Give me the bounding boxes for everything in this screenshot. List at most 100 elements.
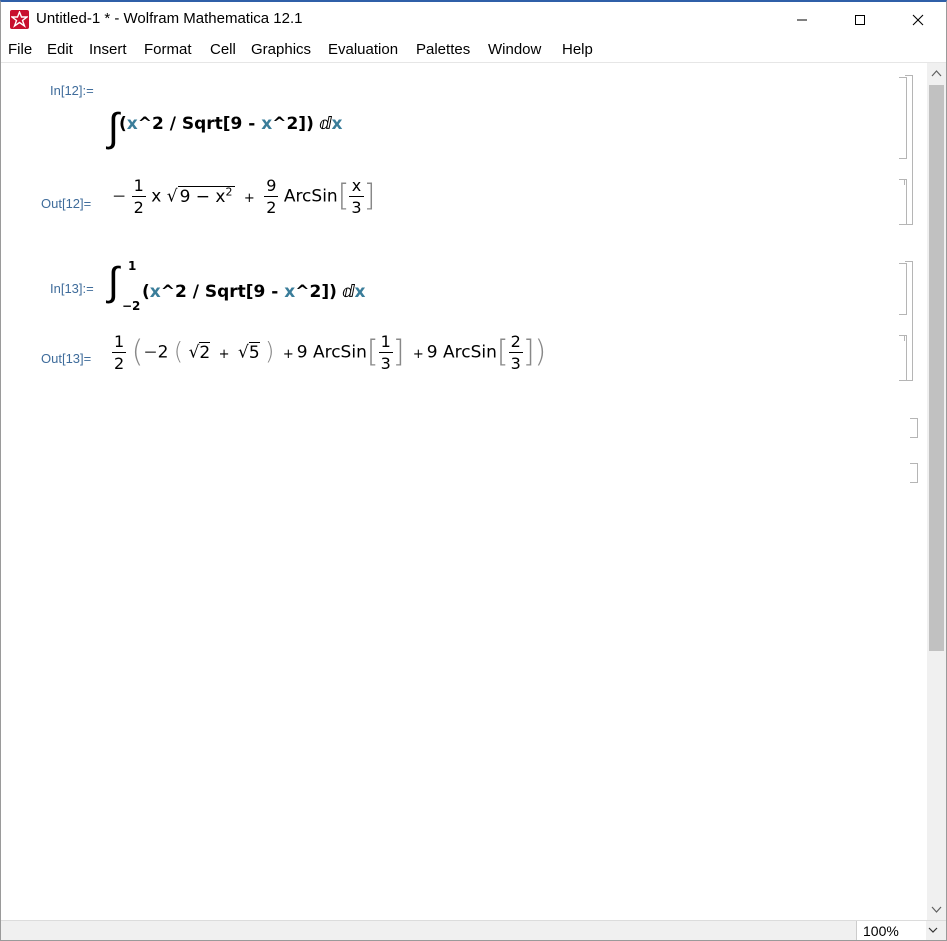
fraction: 12	[112, 331, 127, 374]
window-title: Untitled-1 * - Wolfram Mathematica 12.1	[36, 10, 303, 27]
open-paren: (	[118, 114, 127, 134]
minus-sign: −	[112, 186, 127, 207]
denominator: 3	[351, 198, 362, 217]
right-paren: )	[265, 337, 275, 366]
plus-sign: +	[218, 346, 230, 362]
maximize-icon	[855, 15, 865, 25]
numerator: 1	[112, 332, 127, 353]
fraction: 13	[378, 331, 393, 374]
fraction: 23	[508, 331, 523, 374]
title-bar: Untitled-1 * - Wolfram Mathematica 12.1	[0, 2, 947, 36]
radicand: 5	[248, 341, 260, 363]
empty-cell-bracket[interactable]	[910, 418, 918, 438]
exponent: 2	[225, 184, 233, 198]
expr-text: ^2 / Sqrt[9 -	[137, 114, 262, 134]
denominator: 2	[114, 354, 125, 373]
menu-format[interactable]: Format	[144, 41, 192, 58]
maximize-button[interactable]	[832, 4, 890, 36]
arcsin-function: ArcSin	[312, 342, 367, 363]
differential-d: ⅆ	[319, 114, 332, 134]
minimize-icon	[797, 19, 807, 21]
input-expression-13[interactable]: ∫ 1 −2 (x^2 / Sqrt[9 - x^2]) ⅆx	[108, 259, 365, 315]
mathematica-spikey-icon[interactable]	[10, 10, 29, 29]
number: 2	[157, 342, 169, 363]
arcsin-function: ArcSin	[283, 186, 338, 207]
input-label-12: In[12]:=	[50, 83, 94, 98]
denominator: 3	[380, 354, 391, 373]
menu-edit[interactable]: Edit	[47, 41, 73, 58]
menu-help[interactable]: Help	[562, 41, 593, 58]
variable-x: x	[284, 282, 296, 302]
numerator: 1	[378, 332, 393, 353]
right-bracket: ]	[363, 178, 376, 214]
menu-palettes[interactable]: Palettes	[416, 41, 470, 58]
denominator: 2	[266, 198, 277, 217]
variable-x: x	[354, 282, 366, 302]
numerator: 1	[131, 176, 146, 197]
plus-sign: +	[243, 190, 255, 206]
scroll-down-button[interactable]	[927, 901, 946, 918]
integral-sign: ∫	[108, 105, 119, 151]
scroll-up-button[interactable]	[927, 65, 946, 82]
empty-cell-bracket[interactable]	[910, 463, 918, 483]
output-x: x	[151, 186, 162, 207]
sqrt-sign: √	[237, 342, 249, 363]
minimize-button[interactable]	[774, 4, 832, 36]
arcsin-function: ArcSin	[443, 342, 497, 363]
fraction: 92	[264, 175, 279, 218]
notebook-area[interactable]: In[12]:= ∫(x^2 / Sqrt[9 - x^2]) ⅆx Out[1…	[0, 63, 927, 920]
output-label-13: Out[13]=	[41, 351, 92, 366]
radicand: 2	[199, 341, 211, 363]
cell-bracket-out13[interactable]	[899, 335, 907, 381]
minus-sign: −	[143, 342, 158, 363]
numerator: 2	[508, 332, 523, 353]
right-bracket: ]	[522, 334, 535, 370]
menu-insert[interactable]: Insert	[89, 41, 127, 58]
menu-bar: File Edit Insert Format Cell Graphics Ev…	[0, 38, 947, 62]
open-paren: (	[142, 282, 150, 302]
differential-d: ⅆ	[342, 282, 355, 302]
output-expression-12[interactable]: − 12 x √ 9 − x2 + 92 ArcSin[x 3]	[112, 175, 375, 218]
close-button[interactable]	[890, 4, 947, 36]
close-icon	[912, 14, 924, 26]
plus-sign: +	[282, 346, 294, 362]
menu-window[interactable]: Window	[488, 41, 541, 58]
right-paren: )	[534, 334, 547, 370]
variable-x: x	[149, 282, 161, 302]
chevron-up-icon	[931, 70, 942, 77]
expr-text: ^2])	[272, 114, 314, 134]
vertical-scrollbar[interactable]	[927, 63, 946, 920]
variable-x: x	[331, 114, 343, 134]
dropdown-arrow-icon[interactable]	[928, 926, 938, 934]
scrollbar-thumb[interactable]	[929, 85, 944, 651]
denominator: 2	[133, 198, 144, 217]
right-bracket: ]	[392, 334, 405, 370]
zoom-value: 100%	[863, 923, 899, 939]
output-label-12: Out[12]=	[41, 196, 92, 211]
radicand-text: 9 − x	[179, 186, 226, 207]
chevron-down-icon	[931, 906, 942, 913]
menu-evaluation[interactable]: Evaluation	[328, 41, 398, 58]
zoom-selector[interactable]: 100%	[856, 921, 926, 941]
expr-text: ^2 / Sqrt[9 -	[160, 282, 285, 302]
plus-sign: +	[412, 346, 424, 362]
variable-x: x	[261, 114, 273, 134]
menu-file[interactable]: File	[8, 41, 32, 58]
input-expression-12[interactable]: ∫(x^2 / Sqrt[9 - x^2]) ⅆx	[108, 105, 342, 151]
variable-x: x	[126, 114, 138, 134]
radicand: 9 − x2	[177, 184, 235, 207]
menu-cell[interactable]: Cell	[210, 41, 236, 58]
definite-integral: ∫ 1 −2	[108, 259, 142, 315]
output-expression-13[interactable]: 12 (−2 ( √2 + √5 ) +9 ArcSin[1 3] +9 ArcS…	[112, 331, 546, 374]
expr-text: ^2])	[295, 282, 337, 302]
fraction: x3	[349, 175, 364, 218]
cell-bracket-out12[interactable]	[899, 179, 907, 225]
numerator: x	[349, 175, 364, 197]
left-bracket: [	[366, 334, 379, 370]
number: 9	[426, 342, 438, 363]
lower-limit: −2	[122, 299, 141, 313]
menu-graphics[interactable]: Graphics	[251, 41, 311, 58]
fraction: 12	[131, 175, 146, 218]
input-label-13: In[13]:=	[50, 281, 94, 296]
left-bracket: [	[496, 334, 509, 370]
